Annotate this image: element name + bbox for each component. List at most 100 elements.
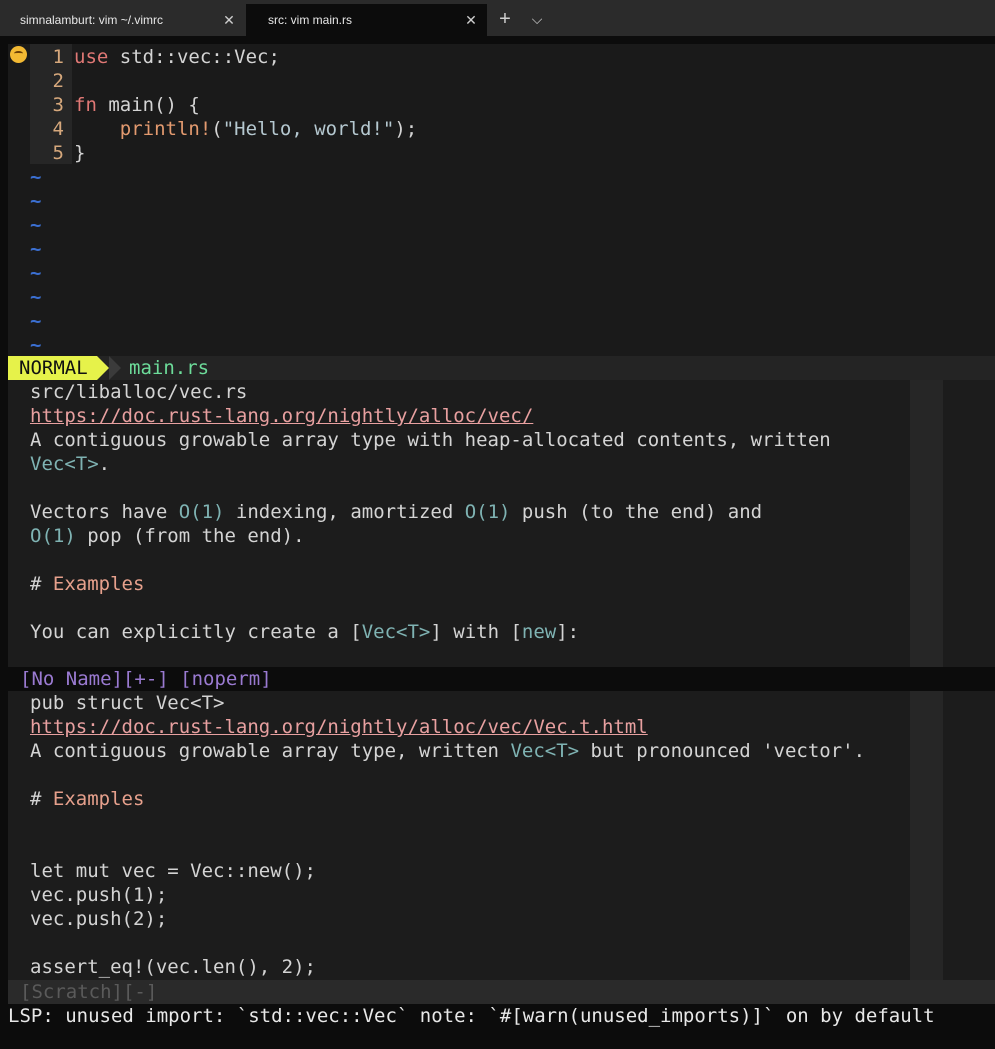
doc-line: # Examples — [30, 572, 144, 596]
empty-line-tilde: ~ — [30, 190, 42, 212]
thinking-face-icon — [10, 46, 27, 63]
doc-link[interactable]: https://doc.rust-lang.org/nightly/alloc/… — [30, 405, 533, 427]
doc-text: A contiguous growable array type with he… — [30, 429, 831, 451]
close-icon[interactable]: ✕ — [221, 4, 237, 36]
doc-text: vec.push(1); — [30, 884, 168, 906]
line-number: 4 — [52, 118, 64, 140]
doc-link[interactable]: https://doc.rust-lang.org/nightly/alloc/… — [30, 716, 648, 738]
code-token: ( — [211, 118, 223, 140]
doc-line: https://doc.rust-lang.org/nightly/alloc/… — [30, 404, 533, 428]
doc-line: A contiguous growable array type with he… — [30, 428, 831, 452]
scratch-status-text: [Scratch][-] — [20, 981, 158, 1003]
doc-line: You can explicitly create a [Vec<T>] wit… — [30, 620, 579, 644]
doc-line: https://doc.rust-lang.org/nightly/alloc/… — [30, 715, 648, 739]
editor-window[interactable]: 1 use std::vec::Vec;2 3 fn main() {4 printl… — [8, 44, 995, 356]
code-token: use — [74, 46, 109, 68]
code-line[interactable]: } — [74, 141, 85, 165]
doc-text: O(1) — [30, 525, 76, 547]
tab-label: simnalamburt: vim ~/.vimrc — [20, 13, 164, 27]
line-number: 3 — [52, 94, 64, 116]
code-token: "Hello, world!" — [222, 118, 395, 140]
doc-text: ] with [ — [430, 621, 522, 643]
doc-text: Examples — [52, 788, 145, 810]
line-number: 2 — [52, 70, 64, 92]
doc-text: new — [521, 621, 557, 643]
empty-line-tilde: ~ — [30, 310, 42, 332]
buffer-status-line: [No Name][+-] [noperm] — [8, 667, 995, 691]
doc-text: Examples — [52, 573, 145, 595]
line-number: 5 — [52, 142, 64, 164]
status-line: NORMAL main.rs — [8, 356, 995, 380]
empty-line-tilde: ~ — [30, 166, 42, 188]
doc-line: Vec<T>. — [30, 452, 110, 476]
close-icon[interactable]: ✕ — [463, 4, 479, 36]
empty-line-tilde: ~ — [30, 262, 42, 284]
doc-text: # — [30, 788, 53, 810]
tab-main-rs[interactable]: src: vim main.rs ✕ — [246, 4, 487, 36]
doc-text: but pronounced 'vector'. — [579, 740, 866, 762]
code-token: ); — [394, 118, 418, 140]
code-line[interactable]: fn main() { — [74, 93, 200, 117]
doc-text: Vec<T> — [30, 453, 99, 475]
doc-text: O(1) — [464, 501, 511, 523]
doc-pane-module[interactable]: src/liballoc/vec.rs https://doc.rust-lang… — [8, 380, 995, 667]
mode-separator — [97, 356, 109, 380]
doc-text: # — [30, 573, 53, 595]
doc-pane-struct[interactable]: pub struct Vec<T> https://doc.rust-lang.o… — [8, 691, 995, 980]
chevron-down-icon[interactable]: ⌵ — [524, 4, 550, 34]
tab-label: src: vim main.rs — [268, 13, 352, 27]
doc-text: . — [98, 453, 111, 475]
mode-indicator: NORMAL — [8, 356, 97, 380]
code-token: println! — [119, 118, 212, 140]
doc-line: Vectors have O(1) indexing, amortized O(… — [30, 500, 762, 524]
doc-text: Vec<T> — [361, 621, 431, 643]
doc-line: let mut vec = Vec::new(); — [30, 859, 316, 883]
doc-line: A contiguous growable array type, writte… — [30, 739, 865, 763]
tab-bar: simnalamburt: vim ~/.vimrc ✕ src: vim ma… — [0, 0, 995, 36]
doc-text: ]: — [556, 621, 580, 643]
code-token: fn — [74, 94, 97, 116]
code-token: std::vec::Vec; — [108, 46, 280, 68]
command-line-message: LSP: unused import: `std::vec::Vec` note… — [8, 1004, 995, 1028]
scrollbar-track[interactable] — [910, 380, 943, 667]
doc-line: vec.push(2); — [30, 907, 167, 931]
doc-text: src/liballoc/vec.rs — [30, 381, 248, 403]
doc-text: A contiguous growable array type, writte… — [30, 740, 511, 762]
tab-vimrc[interactable]: simnalamburt: vim ~/.vimrc ✕ — [0, 4, 245, 36]
empty-line-tilde: ~ — [30, 286, 42, 308]
status-filename: main.rs — [129, 357, 210, 379]
doc-line: # Examples — [30, 787, 144, 811]
doc-text: indexing, amortized — [224, 501, 465, 523]
empty-line-tilde: ~ — [30, 238, 42, 260]
terminal[interactable]: 1 use std::vec::Vec;2 3 fn main() {4 printl… — [8, 36, 995, 1049]
empty-line-tilde: ~ — [30, 214, 42, 236]
scratch-status-line: [Scratch][-] — [8, 980, 995, 1004]
doc-text: assert_eq!(vec.len(), 2); — [30, 956, 316, 978]
doc-text: vec.push(2); — [30, 908, 168, 930]
code-line[interactable]: println!("Hello, world!"); — [74, 117, 417, 141]
sign-column — [8, 44, 30, 356]
mode-separator-shadow — [109, 356, 121, 380]
doc-text: pub struct Vec<T> — [30, 692, 225, 714]
doc-text: Vec<T> — [510, 740, 580, 762]
doc-text: pop (from the end). — [75, 525, 305, 547]
empty-line-tilde: ~ — [30, 334, 42, 356]
doc-text: O(1) — [178, 501, 225, 523]
doc-text: let mut vec = Vec::new(); — [30, 860, 316, 882]
line-number: 1 — [52, 46, 64, 68]
doc-line: src/liballoc/vec.rs — [30, 380, 247, 404]
doc-line: vec.push(1); — [30, 883, 167, 907]
plus-icon[interactable]: + — [492, 4, 518, 34]
doc-text: Vectors have — [30, 501, 179, 523]
doc-text: push (to the end) and — [510, 501, 763, 523]
buffer-status-text: [No Name][+-] [noperm] — [20, 668, 272, 690]
doc-text: You can explicitly create a [ — [30, 621, 362, 643]
doc-line: O(1) pop (from the end). — [30, 524, 305, 548]
code-token: main() { — [96, 94, 200, 116]
code-line[interactable]: use std::vec::Vec; — [74, 45, 280, 69]
scrollbar-track[interactable] — [910, 691, 943, 980]
code-token: } — [74, 142, 86, 164]
doc-line: pub struct Vec<T> — [30, 691, 224, 715]
doc-line: assert_eq!(vec.len(), 2); — [30, 955, 316, 979]
